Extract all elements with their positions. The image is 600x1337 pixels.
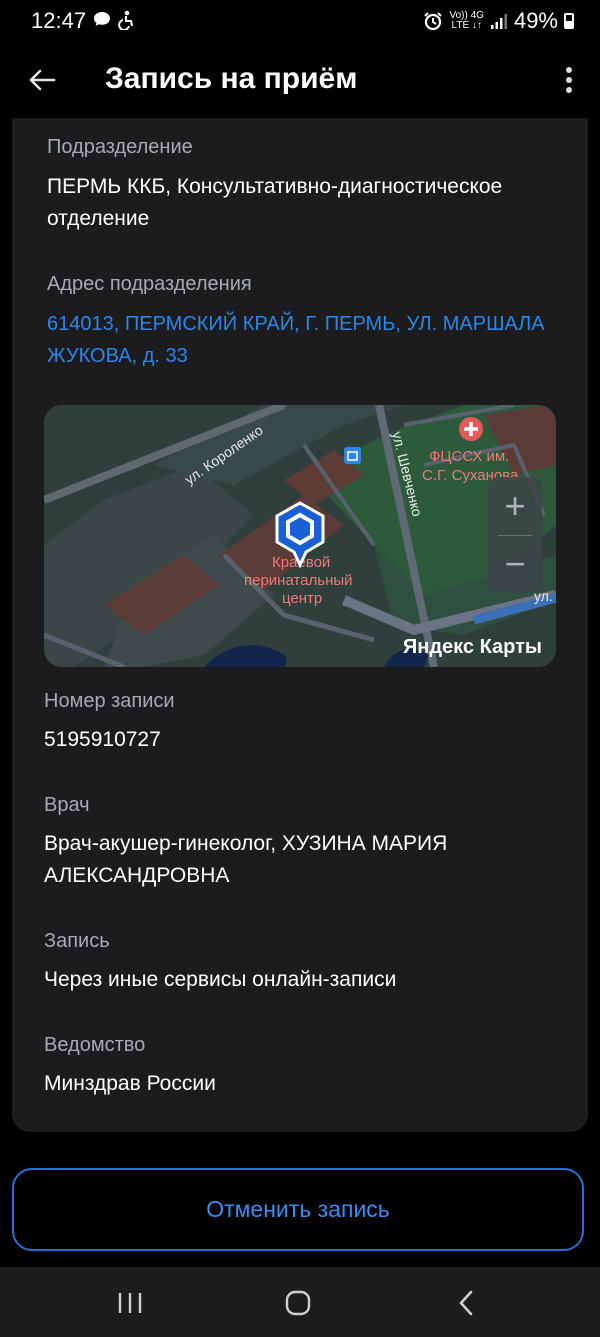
- poi-label-center-2: перинатальный: [244, 572, 353, 589]
- more-vert-icon: [566, 67, 572, 73]
- record-number-label: Номер записи: [44, 690, 175, 712]
- back-button[interactable]: [22, 60, 62, 100]
- zoom-in-button[interactable]: +: [488, 477, 542, 535]
- zoom-controls: + −: [488, 477, 542, 593]
- alarm-icon: [424, 12, 443, 31]
- signal-icon: [490, 14, 507, 29]
- department-label: Подразделение: [47, 136, 193, 158]
- department-value: ПЕРМЬ ККБ, Консультативно-диагностическо…: [47, 175, 503, 230]
- poi-label-fcssh-1: ФЦССХ им.: [429, 448, 509, 465]
- accessibility-icon: [118, 10, 133, 30]
- record-number-value: 5195910727: [44, 728, 161, 751]
- status-time: 12:47: [31, 8, 87, 33]
- status-bar: 12:47 Vo)) 4G LTE ↓↑ 49%: [0, 0, 600, 42]
- transit-stop-icon: [344, 447, 361, 464]
- poi-label-center-3: центр: [282, 590, 322, 607]
- back-nav-button[interactable]: [446, 1285, 486, 1321]
- chat-bubble-icon: [94, 12, 110, 26]
- address-link[interactable]: 614013, ПЕРМСКИЙ КРАЙ, Г. ПЕРМЬ, УЛ. МАР…: [47, 308, 567, 372]
- zoom-out-button[interactable]: −: [488, 535, 542, 593]
- network-indicator: Vo)) 4G LTE ↓↑: [449, 10, 484, 31]
- booking-label: Запись: [44, 930, 110, 952]
- home-icon: [285, 1290, 311, 1316]
- more-options-button[interactable]: [554, 60, 584, 100]
- address-label: Адрес подразделения: [47, 273, 252, 295]
- arrow-left-icon: [29, 69, 56, 91]
- recent-apps-icon: [118, 1293, 142, 1313]
- doctor-value: Врач-акушер-гинеколог, ХУЗИНА МАРИЯ АЛЕК…: [44, 832, 448, 887]
- app-bar: Запись на приём: [0, 42, 600, 118]
- yandex-maps-logo[interactable]: Яндекс Карты: [403, 636, 542, 659]
- battery-icon: [564, 13, 574, 29]
- doctor-label: Врач: [44, 794, 90, 816]
- battery-percent: 49%: [513, 8, 558, 33]
- system-navigation-bar: [0, 1267, 600, 1337]
- agency-value: Минздрав России: [44, 1072, 216, 1095]
- home-button[interactable]: [278, 1285, 318, 1321]
- chevron-left-icon: [459, 1290, 473, 1316]
- map-view[interactable]: ул. Короленко ул. Шевченко ул. ФЦССХ им.…: [44, 405, 556, 667]
- page-title: Запись на приём: [105, 62, 358, 95]
- map-canvas: ул. Короленко ул. Шевченко ул. ФЦССХ им.…: [44, 405, 556, 667]
- recent-apps-button[interactable]: [110, 1285, 150, 1321]
- booking-value: Через иные сервисы онлайн-записи: [44, 968, 397, 991]
- agency-label: Ведомство: [44, 1034, 146, 1056]
- cancel-appointment-button[interactable]: Отменить запись: [12, 1168, 584, 1251]
